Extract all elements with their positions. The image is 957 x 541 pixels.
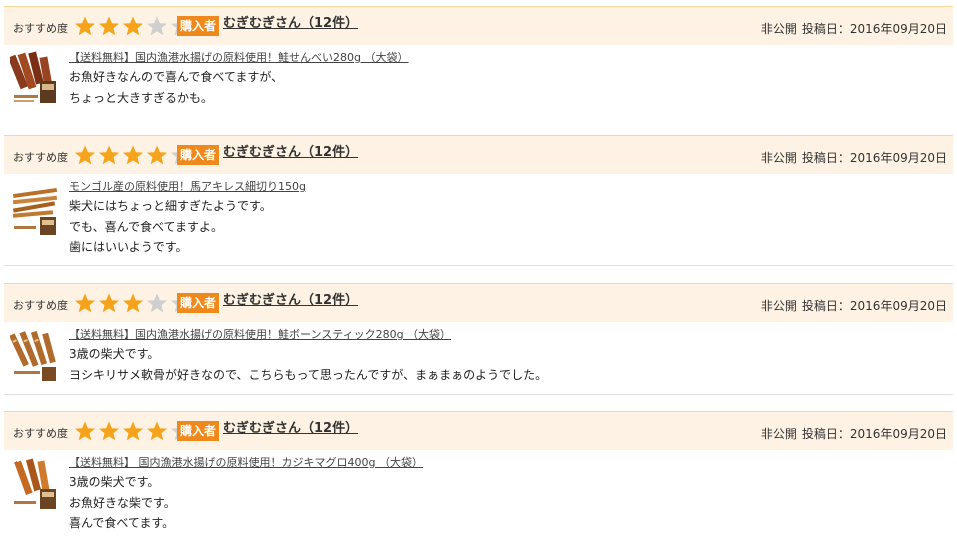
rating-label: おすすめ度 [13, 22, 68, 35]
star-filled-icon [99, 293, 119, 313]
buyer-badge: 購入者 [177, 16, 220, 36]
review-divider [4, 265, 953, 266]
review-header: おすすめ度 購入者 むぎむぎさん（12件） 非公開 投稿日：2016年09月20日 [4, 135, 953, 174]
review-meta: 非公開 投稿日：2016年09月20日 [761, 149, 947, 166]
reviewer-name-link[interactable]: むぎむぎさん（12件） [223, 289, 358, 308]
review-item: おすすめ度 購入者 むぎむぎさん（12件） 非公開 投稿日：2016年09月20日 [4, 283, 953, 395]
star-rating [73, 292, 193, 314]
buyer-badge: 購入者 [177, 421, 220, 441]
review-header: おすすめ度 購入者 むぎむぎさん（12件） 非公開 投稿日：2016年09月20日 [4, 411, 953, 450]
review-header: おすすめ度 購入者 むぎむぎさん（12件） 非公開 投稿日：2016年09月20日 [4, 6, 953, 45]
star-filled-icon [147, 145, 167, 165]
comment-line: 喜んで食べてます。 [69, 516, 175, 530]
product-image-icon [10, 181, 60, 239]
product-link[interactable]: モンゴル産の原料使用！馬アキレス細切り150g [69, 178, 306, 194]
star-empty-icon [147, 16, 167, 36]
comment-line: ちょっと大きすぎるかも。 [69, 90, 214, 105]
star-filled-icon [75, 16, 95, 36]
review-comment: 柴犬にはちょっと細すぎたようです。 でも、喜んで食べてますよ。 歯にはいいようで… [69, 196, 272, 258]
star-filled-icon [123, 293, 143, 313]
review-meta: 非公開 投稿日：2016年09月20日 [761, 425, 947, 442]
product-image-icon [10, 49, 60, 107]
visibility-status: 非公開 [760, 427, 797, 441]
rating-label: おすすめ度 [13, 427, 68, 440]
review-item: おすすめ度 購入者 むぎむぎさん（12件） 非公開 投稿日：2016年09月20日… [4, 6, 953, 132]
review-item: おすすめ度 購入者 むぎむぎさん（12件） 非公開 投稿日：2016年09月20日… [4, 411, 953, 541]
review-divider [4, 394, 953, 395]
product-image-icon [10, 327, 60, 385]
star-filled-icon [99, 421, 119, 441]
rating-label: おすすめ度 [13, 151, 68, 164]
star-filled-icon [99, 16, 119, 36]
review-header: おすすめ度 購入者 むぎむぎさん（12件） 非公開 投稿日：2016年09月20日 [4, 283, 953, 322]
product-link[interactable]: 【送料無料】国内漁港水揚げの原料使用！鮭ボーンスティック280g （大袋） [69, 326, 451, 342]
visibility-status: 非公開 [760, 151, 797, 165]
product-link[interactable]: 【送料無料】国内漁港水揚げの原料使用！鮭せんべい280g （大袋） [69, 49, 408, 65]
post-date: 投稿日：2016年09月20日 [801, 22, 947, 36]
post-date: 投稿日：2016年09月20日 [801, 427, 947, 441]
product-thumbnail[interactable] [10, 455, 60, 513]
post-date: 投稿日：2016年09月20日 [801, 151, 947, 165]
comment-line: 柴犬にはちょっと細すぎたようです。 [69, 199, 272, 213]
review-item: おすすめ度 購入者 むぎむぎさん（12件） 非公開 投稿日：2016年09月20日… [4, 135, 953, 266]
review-meta: 非公開 投稿日：2016年09月20日 [761, 297, 947, 314]
star-rating [73, 144, 193, 166]
visibility-status: 非公開 [760, 22, 797, 36]
comment-line: ヨシキリサメ軟骨が好きなので、こちらもって思ったんですが、まぁまぁのようでした。 [69, 367, 548, 382]
star-filled-icon [99, 145, 119, 165]
product-thumbnail[interactable] [10, 327, 60, 385]
rating-label: おすすめ度 [13, 299, 68, 312]
star-rating [73, 15, 193, 37]
comment-line: 3歳の柴犬です。 [69, 475, 160, 489]
comment-line: でも、喜んで食べてますよ。 [69, 219, 223, 234]
star-filled-icon [123, 421, 143, 441]
reviewer-name-link[interactable]: むぎむぎさん（12件） [223, 141, 358, 160]
star-filled-icon [147, 421, 167, 441]
comment-line: 歯にはいいようです。 [69, 240, 188, 254]
comment-line: お魚好きな柴です。 [69, 495, 176, 510]
star-filled-icon [75, 145, 95, 165]
product-image-icon [10, 455, 60, 513]
star-empty-icon [147, 293, 167, 313]
post-date: 投稿日：2016年09月20日 [801, 299, 947, 313]
star-rating [73, 420, 193, 442]
product-thumbnail[interactable] [10, 49, 60, 107]
star-filled-icon [75, 421, 95, 441]
star-filled-icon [123, 16, 143, 36]
review-comment: 3歳の柴犬です。 お魚好きな柴です。 喜んで食べてます。 [69, 472, 176, 534]
comment-line: 3歳の柴犬です。 [69, 347, 160, 361]
review-comment: 3歳の柴犬です。 ヨシキリサメ軟骨が好きなので、こちらもって思ったんですが、まぁ… [69, 344, 547, 385]
visibility-status: 非公開 [760, 299, 797, 313]
comment-line: お魚好きなんので喜んで食べてますが、 [69, 70, 284, 84]
reviewer-name-link[interactable]: むぎむぎさん（12件） [223, 12, 358, 31]
review-comment: お魚好きなんので喜んで食べてますが、 ちょっと大きすぎるかも。 [69, 67, 283, 108]
star-filled-icon [123, 145, 143, 165]
product-thumbnail[interactable] [10, 181, 60, 239]
buyer-badge: 購入者 [177, 145, 220, 165]
star-filled-icon [75, 293, 95, 313]
review-meta: 非公開 投稿日：2016年09月20日 [761, 20, 947, 37]
product-link[interactable]: 【送料無料】 国内漁港水揚げの原料使用！カジキマグロ400g （大袋） [69, 454, 423, 470]
reviewer-name-link[interactable]: むぎむぎさん（12件） [223, 417, 358, 436]
buyer-badge: 購入者 [177, 293, 220, 313]
